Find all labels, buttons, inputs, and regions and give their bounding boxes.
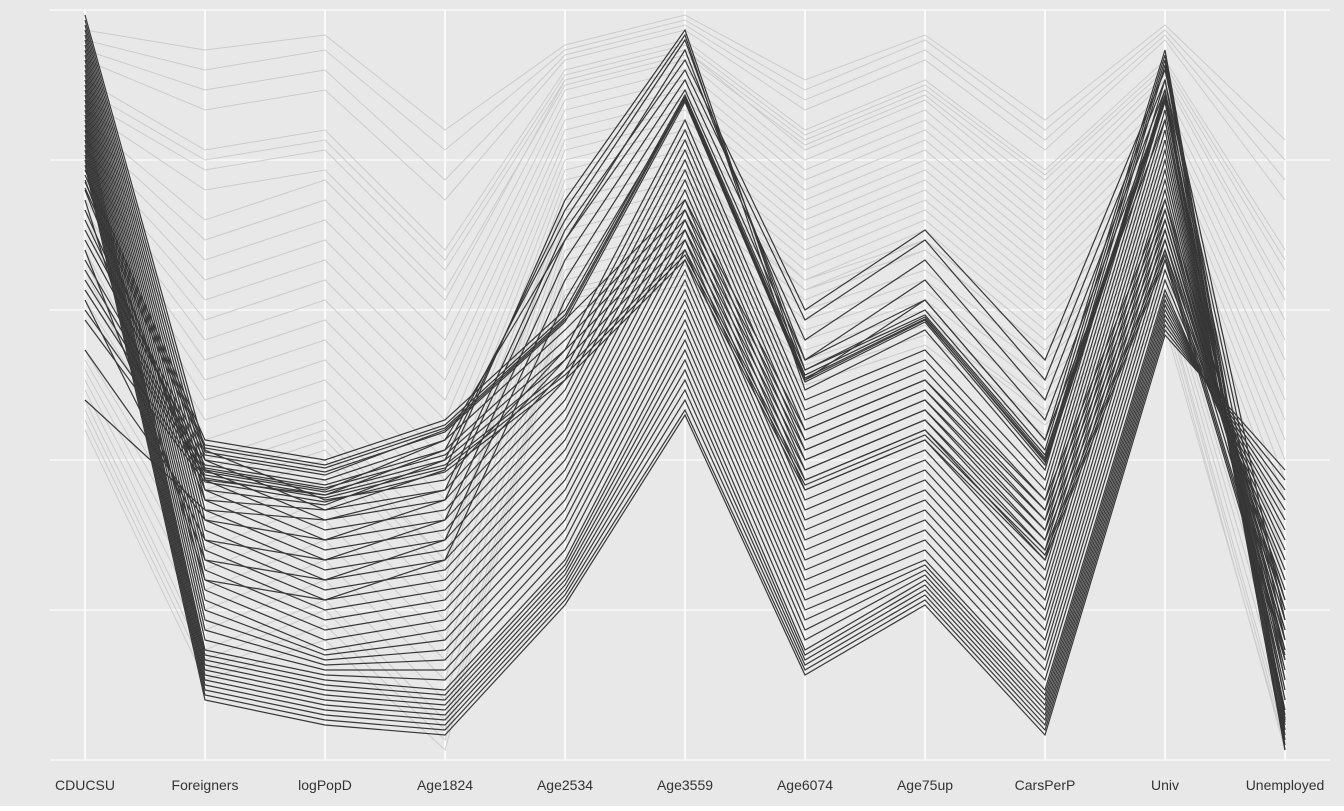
axis-label-age1824: Age1824 [417,777,473,793]
axis-label-carsperp: CarsPerP [1015,777,1076,793]
axis-label-age3559: Age3559 [657,777,713,793]
parallel-coordinates-chart: CDUCSU Foreigners logPopD Age1824 Age253… [0,0,1344,806]
axis-label-cducsu: CDUCSU [55,777,115,793]
axis-label-age75up: Age75up [897,777,953,793]
axis-label-univ: Univ [1151,777,1179,793]
axis-label-foreigners: Foreigners [172,777,239,793]
chart-container: CDUCSU Foreigners logPopD Age1824 Age253… [0,0,1344,806]
axis-label-age6074: Age6074 [777,777,833,793]
axis-label-logpopd: logPopD [298,777,352,793]
axis-label-unemployed: Unemployed [1246,777,1325,793]
axis-label-age2534: Age2534 [537,777,593,793]
